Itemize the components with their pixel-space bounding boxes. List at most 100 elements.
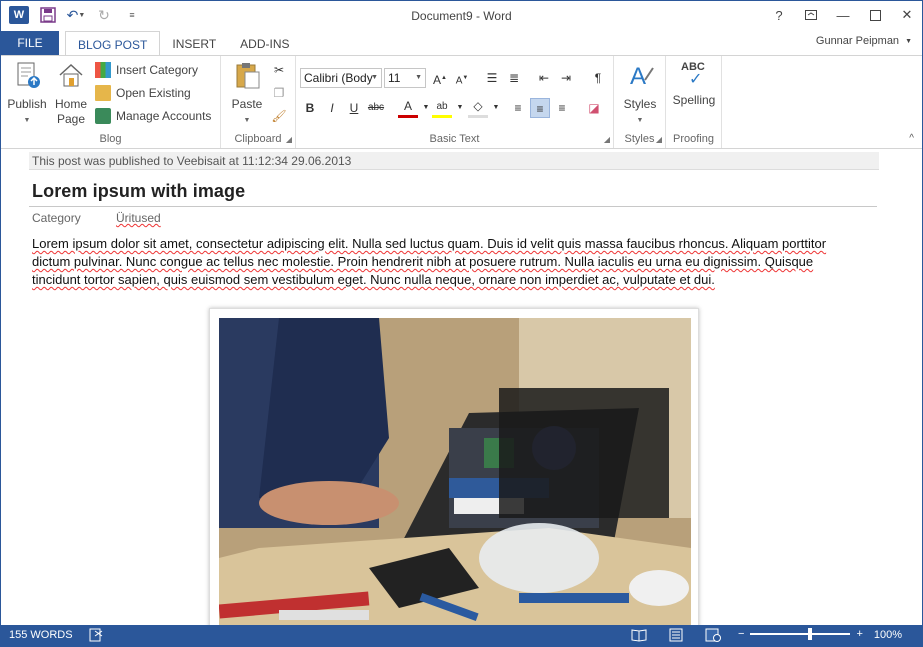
chevron-down-icon: ▼ [415, 74, 422, 81]
web-layout-icon[interactable] [705, 628, 721, 645]
basic-text-group-label: Basic Text [429, 133, 480, 145]
styles-group: A Styles ▼ Styles ◢ [614, 56, 666, 148]
folder-icon [95, 85, 111, 101]
underline-icon[interactable]: U [344, 98, 364, 118]
clear-formatting-icon[interactable]: ◪ [584, 98, 604, 118]
dialog-launcher-icon[interactable]: ◢ [604, 135, 610, 144]
paste-icon [236, 63, 260, 89]
zoom-in-icon[interactable]: + [856, 628, 862, 640]
svg-text:A: A [630, 63, 646, 90]
numbering-icon[interactable]: ≣ [504, 68, 524, 88]
publish-button[interactable]: Publish ▼ [5, 60, 49, 128]
post-title[interactable]: Lorem ipsum with image [32, 181, 245, 202]
styles-button[interactable]: A Styles ▼ [618, 60, 662, 128]
home-icon [59, 63, 83, 87]
font-name-value: Calibri (Body [304, 71, 373, 85]
open-existing-label: Open Existing [116, 86, 191, 100]
bullets-icon[interactable]: ☰ [482, 68, 502, 88]
post-image-frame[interactable] [209, 308, 699, 625]
home-page-label-2: Page [56, 112, 86, 126]
chevron-down-icon: ▼ [23, 117, 31, 124]
basic-text-group: Calibri (Body ▼ 11 ▼ A▲ A▼ ☰ ≣ ⇤ ⇥ ¶ B I… [296, 56, 614, 148]
body-line: tincidunt tortor sapien, quis euismod se… [32, 272, 715, 287]
word-count[interactable]: 155 WORDS [9, 629, 73, 641]
blog-group-label: Blog [99, 133, 122, 145]
zoom-slider[interactable] [750, 628, 851, 640]
help-icon[interactable]: ? [770, 5, 788, 25]
tab-file[interactable]: FILE [1, 31, 59, 55]
manage-accounts-button[interactable]: Manage Accounts [95, 106, 211, 126]
chevron-down-icon[interactable]: ▼ [486, 98, 506, 118]
accounts-icon [95, 108, 111, 124]
view-buttons [631, 628, 721, 645]
cut-icon[interactable]: ✂ [269, 60, 289, 80]
word-window: W ↶ ▼ ↻ ≡ Document9 - Word ? — ✕ FILE BLO… [0, 0, 923, 647]
bold-icon[interactable]: B [300, 98, 320, 118]
ribbon-tabs: FILE BLOG POST INSERT ADD-INS Gunnar Pei… [1, 31, 922, 56]
chevron-down-icon: ▼ [243, 117, 251, 124]
category-label: Category [32, 211, 81, 225]
print-layout-icon[interactable] [669, 628, 683, 645]
published-notice: This post was published to Veebisait at … [29, 152, 879, 170]
chevron-down-icon[interactable]: ▼ [450, 98, 470, 118]
highlight-icon[interactable]: ab [432, 98, 452, 118]
format-painter-icon[interactable]: 🖌 [269, 106, 289, 126]
copy-icon[interactable]: ❐ [269, 83, 289, 103]
manage-accounts-label: Manage Accounts [116, 109, 212, 123]
maximize-icon[interactable] [866, 5, 884, 25]
shading-icon[interactable]: ◇ [468, 98, 488, 118]
spelling-label: Spelling [672, 93, 716, 107]
proofing-group: ABC ✓ Spelling Proofing [666, 56, 722, 148]
dialog-launcher-icon[interactable]: ◢ [286, 135, 292, 144]
increase-indent-icon[interactable]: ⇥ [556, 68, 576, 88]
minimize-icon[interactable]: — [834, 5, 852, 25]
post-body[interactable]: Lorem ipsum dolor sit amet, consectetur … [32, 235, 877, 289]
clipboard-group-label: Clipboard [234, 133, 282, 145]
show-formatting-icon[interactable]: ¶ [588, 68, 608, 88]
styles-label: Styles [623, 97, 657, 111]
open-existing-button[interactable]: Open Existing [95, 83, 191, 103]
paste-button[interactable]: Paste ▼ [227, 60, 267, 128]
zoom-out-icon[interactable]: − [738, 628, 744, 640]
home-page-button[interactable]: Home Page [51, 60, 91, 127]
proofing-group-label: Proofing [673, 133, 714, 145]
tab-blog-post[interactable]: BLOG POST [65, 31, 161, 56]
publish-label: Publish [7, 97, 47, 111]
read-mode-icon[interactable] [631, 628, 647, 645]
decrease-indent-icon[interactable]: ⇤ [534, 68, 554, 88]
body-line: dictum pulvinar. Nunc congue ac tellus n… [32, 254, 814, 269]
spelling-button[interactable]: ABC ✓ Spelling [668, 60, 720, 108]
tab-add-ins[interactable]: ADD-INS [228, 31, 301, 55]
user-account[interactable]: Gunnar Peipman ▼ [816, 35, 912, 47]
user-name: Gunnar Peipman [815, 35, 900, 47]
font-size-combo[interactable]: 11 ▼ [384, 68, 426, 88]
ribbon-display-options-icon[interactable] [802, 5, 820, 25]
font-color-icon[interactable]: A [398, 98, 418, 118]
close-icon[interactable]: ✕ [898, 5, 916, 25]
grow-font-icon[interactable]: A▲ [430, 68, 450, 88]
title-bar: W ↶ ▼ ↻ ≡ Document9 - Word ? — ✕ [1, 1, 922, 31]
insert-category-button[interactable]: Insert Category [95, 60, 198, 80]
document-area[interactable]: This post was published to Veebisait at … [1, 149, 922, 625]
zoom-control: − + [738, 628, 863, 640]
chevron-down-icon: ▼ [636, 117, 644, 124]
body-line: Lorem ipsum dolor sit amet, consectetur … [32, 236, 827, 251]
align-center-icon[interactable]: ≡ [530, 98, 550, 118]
collapse-ribbon-icon[interactable]: ^ [909, 133, 914, 144]
window-controls: ? — ✕ [770, 5, 916, 25]
proofing-status-icon[interactable] [89, 628, 103, 645]
category-value[interactable]: Üritused [116, 211, 161, 225]
strikethrough-icon[interactable]: abc [366, 98, 386, 118]
zoom-slider-thumb[interactable] [808, 628, 813, 640]
align-right-icon[interactable]: ≡ [552, 98, 572, 118]
align-left-icon[interactable]: ≡ [508, 98, 528, 118]
publish-icon [17, 62, 40, 88]
chevron-down-icon: ▼ [905, 37, 912, 45]
shrink-font-icon[interactable]: A▼ [452, 68, 472, 88]
italic-icon[interactable]: I [322, 98, 342, 118]
zoom-level[interactable]: 100% [874, 629, 902, 641]
tab-insert[interactable]: INSERT [160, 31, 228, 55]
font-name-combo[interactable]: Calibri (Body ▼ [300, 68, 382, 88]
dialog-launcher-icon[interactable]: ◢ [656, 135, 662, 144]
insert-category-label: Insert Category [116, 63, 199, 77]
